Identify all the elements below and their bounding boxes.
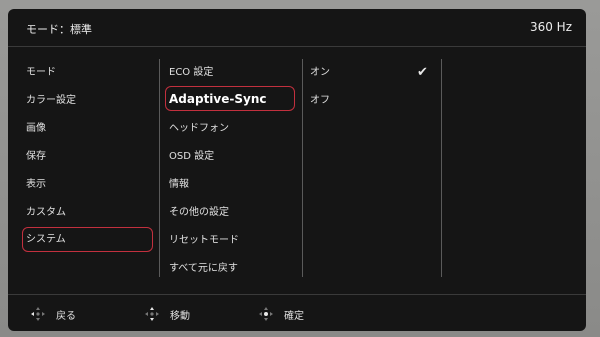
refresh-rate-label: 360 Hz bbox=[529, 20, 572, 34]
footer-back-label: 戻る bbox=[56, 310, 76, 322]
column-divider bbox=[159, 59, 160, 277]
submenu-item-headphone[interactable]: ヘッドフォン bbox=[169, 117, 229, 141]
checkmark-icon: ✔ bbox=[417, 65, 428, 80]
submenu-item-reset-all[interactable]: すべて元に戻す bbox=[169, 257, 238, 281]
menu-item-color-settings[interactable]: カラー設定 bbox=[26, 89, 76, 113]
submenu-item-reset-mode[interactable]: リセットモード bbox=[169, 229, 239, 253]
submenu-item-eco[interactable]: ECO 設定 bbox=[169, 61, 213, 85]
joystick-left-icon bbox=[31, 307, 45, 321]
footer-confirm-label: 確定 bbox=[284, 310, 304, 322]
footer-move-label: 移動 bbox=[170, 310, 190, 322]
menu-item-save[interactable]: 保存 bbox=[26, 145, 46, 169]
submenu-item-osd[interactable]: OSD 設定 bbox=[169, 145, 214, 169]
current-mode-label: モード：標準 bbox=[26, 23, 92, 36]
menu-item-display[interactable]: 表示 bbox=[26, 173, 46, 197]
footer-confirm: 確定 bbox=[258, 305, 304, 323]
menu-item-mode[interactable]: モード bbox=[26, 61, 56, 85]
submenu-item-other-settings[interactable]: その他の設定 bbox=[169, 201, 229, 225]
footer-move: 移動 bbox=[144, 305, 190, 323]
column-divider bbox=[441, 59, 442, 277]
menu-item-system[interactable]: システム bbox=[22, 227, 153, 252]
menu-item-picture[interactable]: 画像 bbox=[26, 117, 46, 141]
submenu-item-adaptive-sync[interactable]: Adaptive-Sync bbox=[165, 86, 295, 111]
osd-header: モード：標準 360 Hz bbox=[8, 9, 586, 47]
submenu-item-info[interactable]: 情報 bbox=[169, 173, 189, 197]
footer-back: 戻る bbox=[30, 305, 76, 323]
column-divider bbox=[302, 59, 303, 277]
joystick-press-icon bbox=[259, 307, 273, 321]
option-off[interactable]: オフ bbox=[310, 89, 330, 113]
joystick-updown-icon bbox=[145, 307, 159, 321]
osd-footer: 戻る 移動 確定 bbox=[8, 294, 586, 331]
osd-menu: モード：標準 360 Hz モード カラー設定 画像 保存 表示 カスタム シス… bbox=[8, 9, 586, 331]
menu-item-custom[interactable]: カスタム bbox=[26, 201, 66, 225]
option-on[interactable]: オン bbox=[310, 61, 330, 85]
